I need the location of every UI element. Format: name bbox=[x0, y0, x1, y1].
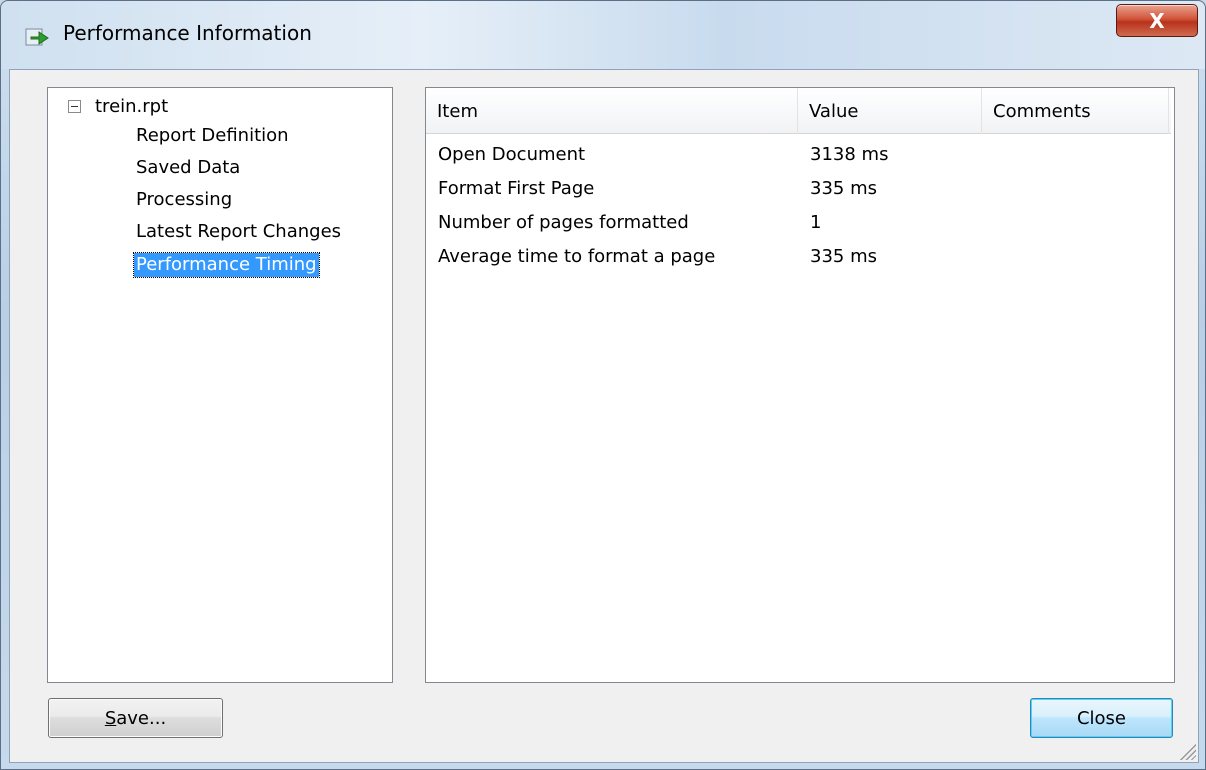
column-header-label: Value bbox=[809, 100, 859, 122]
cell-item: Format First Page bbox=[438, 178, 595, 199]
table-row[interactable]: Open Document 3138 ms bbox=[426, 140, 1171, 174]
tree-item-report-definition[interactable]: Report Definition bbox=[134, 124, 291, 148]
close-button[interactable]: Close bbox=[1030, 698, 1173, 738]
close-button-label: Close bbox=[1076, 707, 1127, 729]
table-row[interactable]: Format First Page 335 ms bbox=[426, 174, 1171, 208]
close-icon: X bbox=[1149, 8, 1165, 33]
resize-grip-icon[interactable] bbox=[1178, 742, 1196, 760]
cell-item: Number of pages formatted bbox=[438, 212, 689, 233]
title-bar[interactable]: Performance Information X bbox=[1, 1, 1205, 69]
dialog-client-area: trein.rpt Report Definition Saved Data P… bbox=[9, 69, 1199, 763]
cell-value: 335 ms bbox=[810, 178, 877, 199]
column-header-label: Item bbox=[437, 100, 478, 122]
tree-view[interactable]: trein.rpt Report Definition Saved Data P… bbox=[47, 87, 393, 683]
column-header-value[interactable]: Value bbox=[798, 88, 982, 134]
list-header: Item Value Comments bbox=[426, 88, 1171, 134]
window-title: Performance Information bbox=[63, 21, 312, 45]
tree-item-saved-data[interactable]: Saved Data bbox=[134, 156, 242, 180]
tree-item-processing[interactable]: Processing bbox=[134, 188, 234, 212]
tree-item-performance-timing[interactable]: Performance Timing bbox=[133, 252, 320, 278]
save-button[interactable]: Save... bbox=[48, 698, 223, 738]
cell-item: Average time to format a page bbox=[438, 246, 716, 267]
cell-value: 3138 ms bbox=[810, 144, 889, 165]
save-button-label: ave... bbox=[116, 707, 167, 729]
details-list-view[interactable]: Item Value Comments Open Document 3138 m… bbox=[425, 87, 1175, 683]
table-row[interactable]: Average time to format a page 335 ms bbox=[426, 242, 1171, 276]
cell-value: 335 ms bbox=[810, 246, 877, 267]
tree-item-latest-report-changes[interactable]: Latest Report Changes bbox=[134, 220, 343, 244]
cell-item: Open Document bbox=[438, 144, 586, 165]
collapse-icon[interactable] bbox=[68, 100, 81, 113]
cell-value: 1 bbox=[810, 212, 822, 233]
column-header-item[interactable]: Item bbox=[426, 88, 798, 134]
save-button-mnemonic: S bbox=[104, 707, 117, 729]
column-header-comments[interactable]: Comments bbox=[982, 88, 1169, 134]
tree-root-label[interactable]: trein.rpt bbox=[95, 96, 168, 117]
window-close-button[interactable]: X bbox=[1116, 4, 1198, 37]
table-row[interactable]: Number of pages formatted 1 bbox=[426, 208, 1171, 242]
column-header-label: Comments bbox=[993, 100, 1091, 122]
tree-root-node[interactable]: trein.rpt bbox=[68, 96, 168, 117]
app-arrow-icon bbox=[25, 28, 49, 46]
dialog-window: Performance Information X trein.rpt Repo… bbox=[0, 0, 1206, 770]
